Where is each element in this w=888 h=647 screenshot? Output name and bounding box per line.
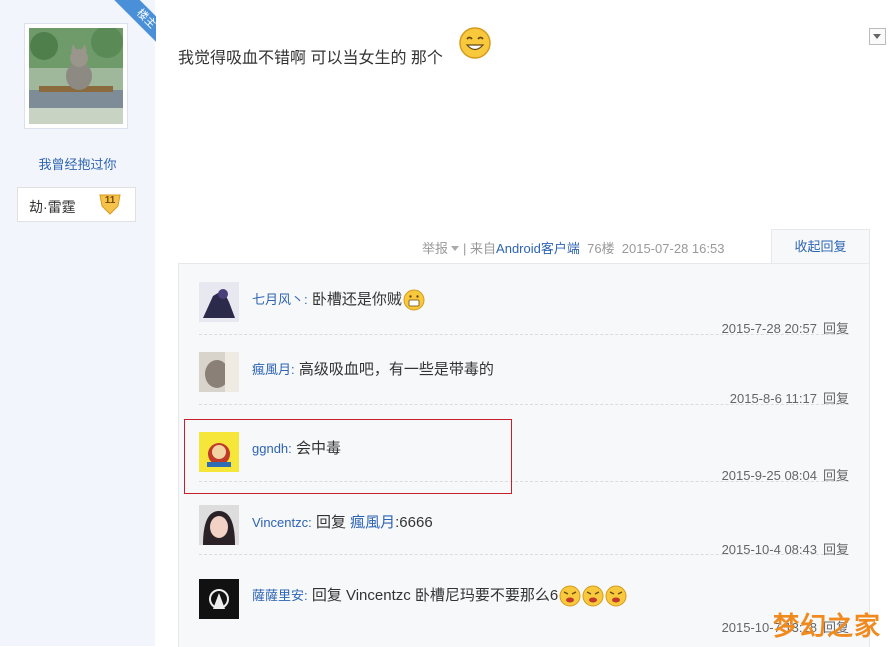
comment-line: 薩薩里安: 回复 Vincentzc 卧槽尼玛要不要那么6 — [252, 584, 627, 607]
commenter-avatar[interactable] — [199, 352, 239, 392]
grimace-emoji-icon — [403, 289, 425, 311]
commenter-name[interactable]: 七月风丶 — [252, 292, 304, 307]
comment-line: 七月风丶: 卧槽还是你贼 — [252, 288, 425, 311]
angry-emoji-icon — [582, 585, 604, 607]
badge-name: 劫·雷霆 — [29, 199, 76, 215]
floor-owner-label: 楼主 — [111, 0, 156, 54]
level-shield-icon: 11 — [98, 192, 122, 216]
commenter-avatar[interactable] — [199, 505, 239, 545]
name-separator: : — [304, 292, 308, 307]
post-time: 2015-07-28 16:53 — [621, 241, 725, 256]
report-link[interactable]: 举报 — [422, 241, 448, 256]
watermark-logo: 梦幻之家 — [773, 611, 882, 641]
name-separator: : — [304, 588, 308, 603]
angry-emoji-icon — [605, 585, 627, 607]
comment-line: 瘋風月: 高级吸血吧，有一些是带毒的 — [252, 358, 494, 379]
floor-number: 76楼 — [587, 241, 615, 256]
post-meta: 举报 | 来自Android客户端 76楼 2015-07-28 16:53 — [422, 238, 724, 257]
reply-word: 回复 — [315, 514, 346, 531]
commenter-name[interactable]: 瘋風月 — [252, 362, 291, 377]
floor-owner-ribbon: 楼主 — [100, 0, 156, 56]
source-prefix: 来自 — [470, 241, 497, 256]
source-link[interactable]: Android客户端 — [496, 241, 580, 256]
member-badge[interactable]: 劫·雷霆 11 — [17, 187, 136, 222]
comment-line: Vincentzc: 回复 瘋風月:6666 — [252, 511, 433, 532]
list-item: 薩薩里安: 回复 Vincentzc 卧槽尼玛要不要那么6 2015-10-7 … — [199, 554, 849, 647]
post-options-dropdown[interactable] — [869, 28, 886, 45]
name-separator: : — [291, 362, 295, 377]
list-item: 瘋風月: 高级吸血吧，有一些是带毒的 2015-8-6 11:17 回复 — [199, 334, 849, 406]
commenter-avatar[interactable] — [199, 579, 239, 619]
highlight-box — [184, 419, 512, 494]
smile-emoji-icon — [458, 26, 492, 60]
meta-separator: | — [463, 241, 467, 256]
report-chevron-down-icon[interactable] — [451, 246, 460, 251]
commenter-avatar[interactable] — [199, 282, 239, 322]
badge-level: 11 — [104, 195, 116, 206]
comment-text: :6666 — [395, 514, 433, 531]
name-separator: : — [308, 515, 312, 530]
author-username[interactable]: 我曾经抱过你 — [0, 154, 155, 173]
author-sidebar: 楼主 我曾经抱过你 劫·雷霆 11 — [0, 0, 156, 646]
comment-text: 高级吸血吧，有一些是带毒的 — [298, 361, 494, 378]
post-content: 我觉得吸血不错啊 可以当女生的 那个 — [178, 50, 443, 67]
list-item: 七月风丶: 卧槽还是你贼 2015-7-28 20:57 回复 — [199, 264, 849, 336]
commenter-name[interactable]: Vincentzc — [252, 515, 308, 530]
commenter-name[interactable]: 薩薩里安 — [252, 588, 304, 603]
comment-text: 卧槽还是你贼 — [311, 291, 402, 308]
collapse-replies-button[interactable]: 收起回复 — [771, 229, 870, 264]
angry-emoji-icon — [559, 585, 581, 607]
comment-text: 回复 Vincentzc 卧槽尼玛要不要那么6 — [311, 587, 559, 604]
reply-to-user[interactable]: 瘋風月 — [350, 514, 395, 531]
